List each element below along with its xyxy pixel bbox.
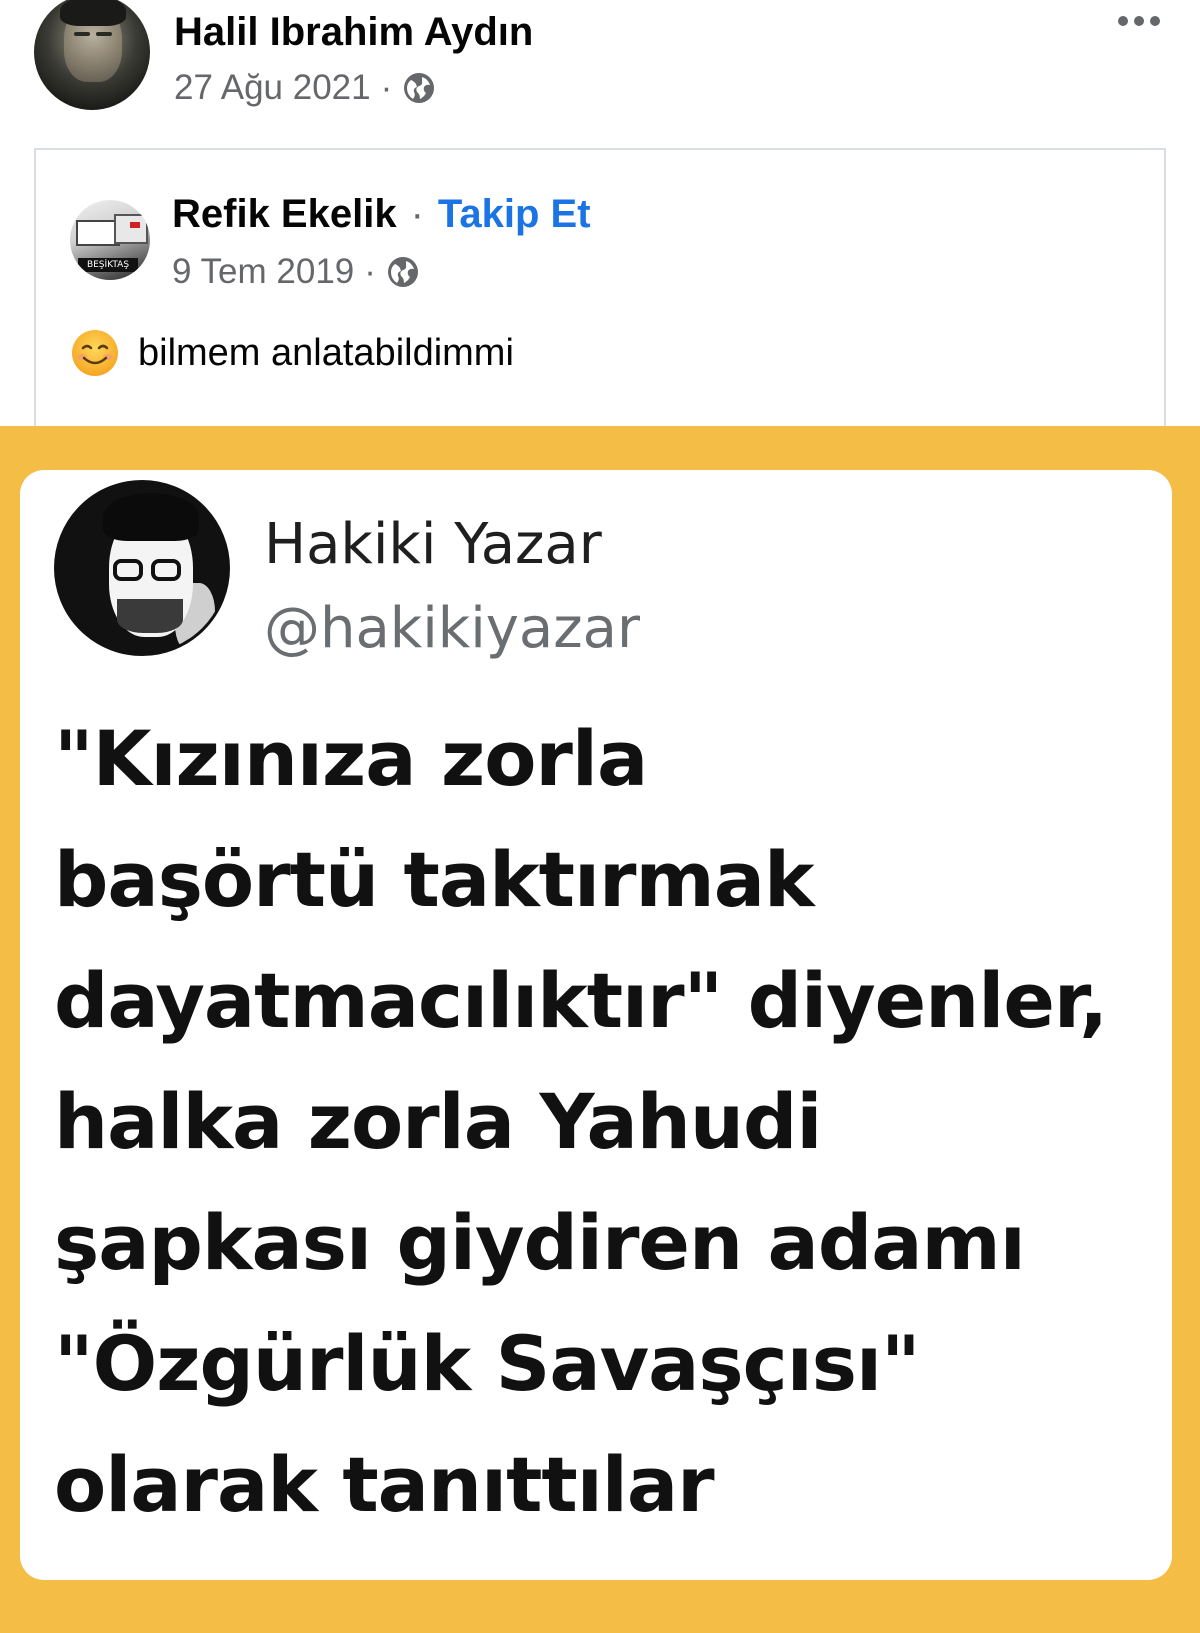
avatar-hair [60,0,126,26]
tweet-line: dayatmacılıktır" diyenler, [54,956,1108,1045]
avatar-brow [96,32,112,36]
post-header: Halil Ibrahim Aydın 27 Ağu 2021 · [0,0,1200,140]
avatar-glasses [113,559,143,581]
tweet-line: olarak tanıttılar [54,1440,715,1529]
tweet-avatar [54,480,230,656]
tweet-author-name: Hakiki Yazar [264,512,602,577]
avatar-bus [114,214,148,244]
shared-author-avatar[interactable]: BEŞİKTAŞ [70,200,150,280]
follow-button[interactable]: Takip Et [438,192,591,237]
tweet-author-handle: @hakikiyazar [264,596,640,661]
smiling-face-icon [72,330,118,376]
meta-separator: · [380,68,393,107]
shared-image[interactable]: Hakiki Yazar @hakikiyazar "Kızınıza zorl… [0,426,1200,1633]
tweet-line: halka zorla Yahudi [54,1077,822,1166]
post-date[interactable]: 27 Ağu 2021 [174,68,371,108]
tweet-line: başörtü taktırmak [54,835,815,924]
shared-date[interactable]: 9 Tem 2019 [172,252,354,292]
name-separator: · [410,192,424,236]
more-options-icon[interactable] [1118,16,1160,26]
globe-icon[interactable] [386,255,420,289]
tweet-card: Hakiki Yazar @hakikiyazar "Kızınıza zorl… [20,470,1172,1580]
avatar-text: BEŞİKTAŞ [78,258,138,272]
avatar-beard [117,599,183,633]
tweet-line: şapkası giydiren adamı [54,1198,1026,1287]
shared-meta: 9 Tem 2019 · [172,252,420,292]
avatar-mark [130,222,140,228]
shared-author-line: Refik Ekelik · Takip Et [172,192,591,237]
tweet-line: "Kızınıza zorla [54,714,648,803]
author-name[interactable]: Halil Ibrahim Aydın [174,10,533,55]
globe-icon[interactable] [402,71,436,105]
shared-post-text: bilmem anlatabildimmi [70,328,514,378]
meta-separator: · [364,252,376,291]
author-avatar[interactable] [34,0,150,110]
post-text: bilmem anlatabildimmi [138,331,514,374]
avatar-hair [103,493,199,541]
tweet-text: "Kızınıza zorla başörtü taktırmak dayatm… [54,698,1144,1545]
post-meta: 27 Ağu 2021 · [174,68,436,108]
avatar-brow [74,32,90,36]
avatar-glasses [151,559,181,581]
tweet-line: "Özgürlük Savaşçısı" [54,1319,921,1408]
shared-author-name[interactable]: Refik Ekelik [172,192,397,237]
